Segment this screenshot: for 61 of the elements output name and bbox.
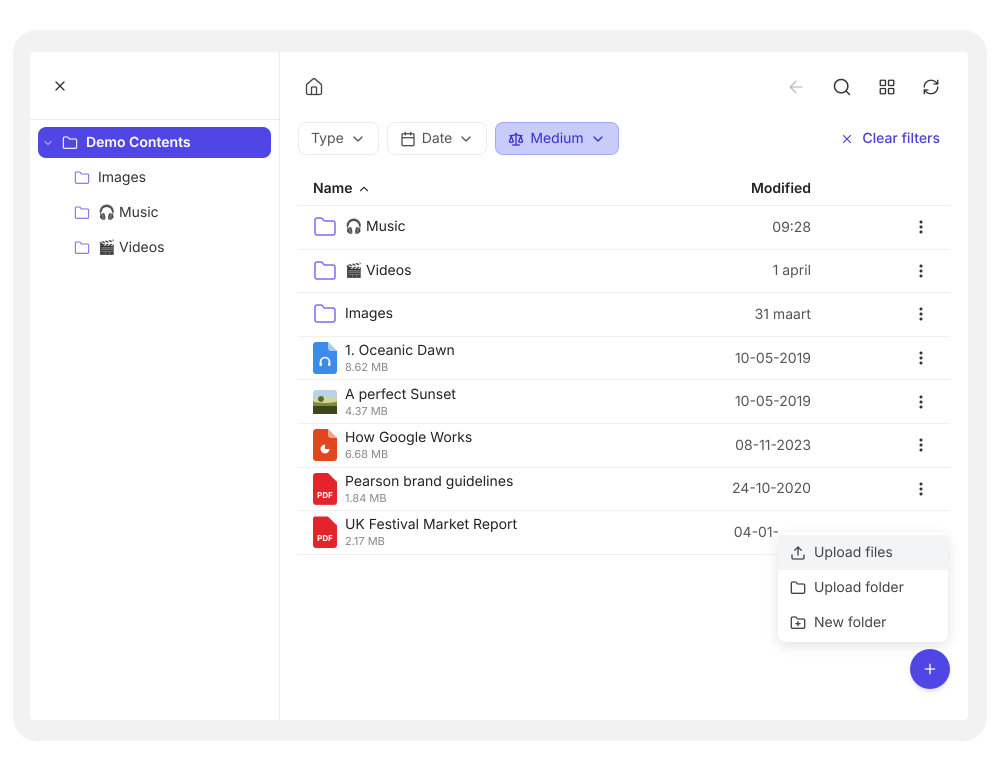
plus-icon (922, 661, 938, 677)
column-header[interactable]: Name (313, 178, 691, 199)
pdf-file-icon: PDF (313, 516, 337, 548)
modified-date: 08-11-2023 (735, 436, 811, 456)
modified-date: 1 april (772, 261, 811, 282)
slides-file-icon (313, 429, 337, 462)
more-icon (919, 394, 923, 409)
menu-item[interactable]: New folder (778, 605, 948, 640)
menu-item[interactable]: Upload folder (778, 570, 948, 605)
file-name: 🎧 Music (345, 218, 407, 236)
more-icon (919, 438, 923, 452)
file-name: 1. Oceanic Dawn (345, 342, 456, 360)
file-name: Pearson brand guidelines (345, 472, 514, 491)
home-icon (304, 77, 324, 97)
file-name: UK Festival Market Report (345, 516, 518, 534)
file-name: A perfect Sunset (345, 386, 457, 404)
file-size: 4.37 MB (345, 404, 389, 418)
folder-plus-icon (790, 614, 806, 630)
tree-item[interactable]: 🎧 Music (38, 197, 271, 228)
add-button[interactable] (910, 649, 950, 689)
grid-icon (878, 78, 896, 96)
more-icon (919, 351, 923, 366)
file-size: 8.62 MB (345, 360, 390, 374)
file-size: 2.17 MB (345, 534, 386, 548)
folder-icon (74, 204, 90, 220)
modified-date: 31 maart (754, 304, 811, 325)
more-icon (919, 220, 923, 234)
refresh-icon (922, 78, 940, 96)
folder-icon (313, 258, 337, 283)
more-icon (919, 264, 923, 278)
filter-dropdown[interactable]: Type (298, 122, 379, 155)
pdf-file-icon: PDF (313, 472, 337, 505)
search-icon (832, 77, 852, 97)
upload-icon (790, 544, 806, 560)
clear-filters-button[interactable]: Clear filters (840, 128, 950, 149)
folder-icon (62, 134, 78, 150)
tree-item[interactable]: Images (38, 162, 271, 193)
calendar-icon (400, 130, 416, 146)
more-icon (919, 307, 923, 322)
modified-date: 09:28 (772, 218, 811, 238)
folder-icon (74, 170, 90, 186)
file-name: 🎬 Videos (345, 262, 413, 280)
tree-item[interactable]: 🎬 Videos (38, 232, 271, 263)
modified-date: 04-01- (734, 522, 779, 543)
folder-icon (74, 240, 90, 256)
audio-file-icon (313, 342, 337, 374)
modified-date: 10-05-2019 (734, 348, 811, 369)
scale-icon (508, 130, 524, 146)
file-name: Images (345, 305, 394, 324)
file-size: 6.68 MB (345, 447, 390, 462)
modified-date: 24-10-2020 (732, 479, 811, 500)
file-name: How Google Works (345, 429, 474, 448)
menu-item[interactable]: Upload files (778, 535, 948, 570)
filter-dropdown[interactable]: Date (386, 122, 488, 155)
file-size: 1.84 MB (345, 490, 388, 505)
more-icon (919, 482, 923, 496)
tree-item[interactable]: Demo Contents (38, 127, 271, 158)
folder-icon (790, 580, 806, 596)
modified-date: 10-05-2019 (734, 392, 811, 412)
filter-dropdown[interactable]: Medium (495, 122, 619, 155)
column-header[interactable]: Modified (691, 178, 811, 199)
